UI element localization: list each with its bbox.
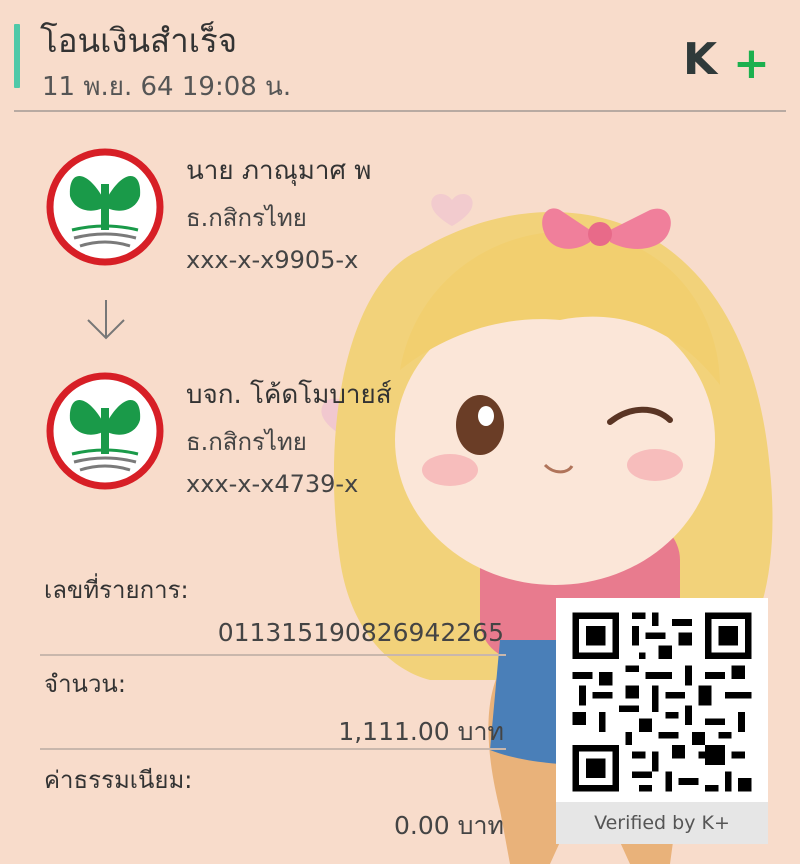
- receiver-name: บจก. โค้ดโมบายส์: [186, 380, 392, 410]
- sender-account-number: xxx-x-x9905-x: [186, 246, 359, 274]
- qr-code[interactable]: [566, 606, 758, 798]
- header-divider: [14, 110, 786, 112]
- sender-name: นาย ภาณุมาศ พ: [186, 156, 372, 186]
- amount-label: จำนวน:: [44, 670, 126, 698]
- verified-by-kplus-label: Verified by K+: [556, 802, 768, 844]
- page-title: โอนเงินสำเร็จ: [40, 21, 238, 60]
- svg-text:+: +: [733, 38, 770, 84]
- heart-decoration: [431, 193, 473, 226]
- fee-value: 0.00 บาท: [394, 811, 504, 840]
- sender-bank-name: ธ.กสิกรไทย: [186, 204, 307, 232]
- reference-number: 011315190826942265: [217, 618, 504, 647]
- qr-verification-card: Verified by K+: [556, 598, 768, 844]
- amount-value: 1,111.00 บาท: [338, 717, 504, 746]
- receiver-account-number: xxx-x-x4739-x: [186, 470, 359, 498]
- svg-text:K: K: [683, 34, 719, 84]
- receiver-bank-logo: [46, 372, 164, 490]
- row-divider: [40, 654, 506, 656]
- arrow-down-icon: [87, 300, 125, 340]
- kplus-logo: K +: [683, 34, 770, 84]
- sender-bank-logo: [46, 148, 164, 266]
- receiver-bank-name: ธ.กสิกรไทย: [186, 428, 307, 456]
- transaction-datetime: 11 พ.ย. 64 19:08 น.: [42, 72, 292, 102]
- row-divider: [40, 748, 506, 750]
- fee-label: ค่าธรรมเนียม:: [44, 766, 193, 794]
- header-accent-bar: [14, 24, 20, 88]
- reference-label: เลขที่รายการ:: [44, 576, 189, 604]
